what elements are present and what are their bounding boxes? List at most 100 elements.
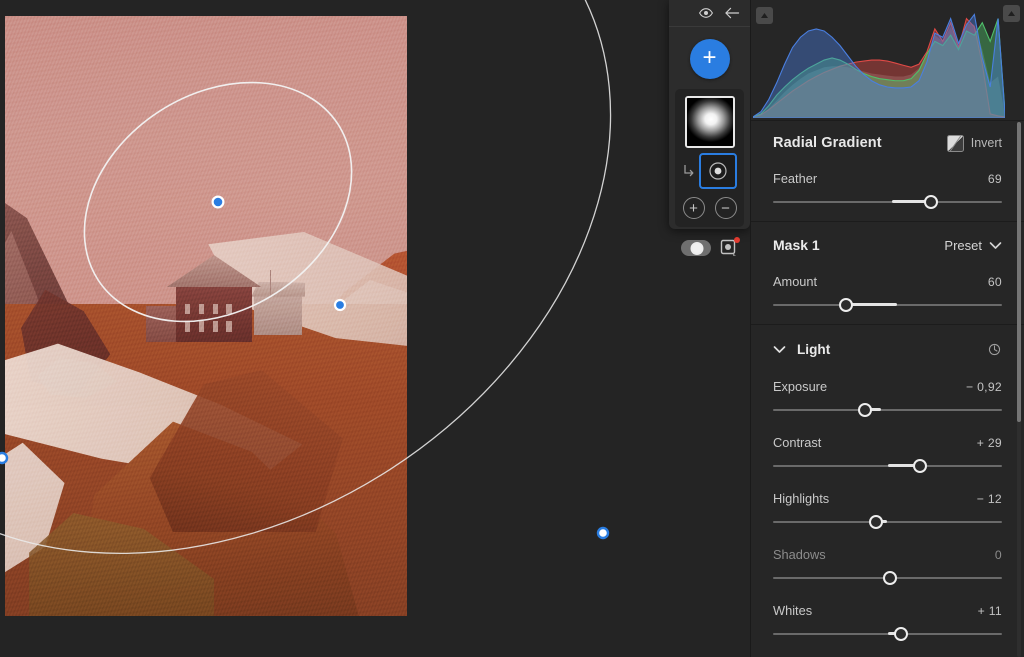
mask-add-subtract-row: + − (681, 197, 738, 219)
highlights-label: Highlights (773, 491, 829, 506)
feather-label: Feather (773, 171, 817, 186)
radial-gradient-section: Radial Gradient Invert Feather 69 (751, 120, 1024, 221)
add-to-mask-button[interactable]: + (683, 197, 705, 219)
highlights-slider-head: Highlights − 12 (773, 491, 1002, 506)
radial-gradient-icon (707, 160, 729, 182)
whites-label: Whites (773, 603, 812, 618)
chevron-up-icon (760, 12, 769, 19)
light-header[interactable]: Light (773, 325, 1002, 373)
shadows-knob[interactable] (883, 571, 897, 585)
exposure-value: − 0,92 (966, 380, 1002, 394)
mask-toolbar-footer (669, 233, 750, 257)
eye-icon[interactable] (698, 5, 714, 21)
amount-knob[interactable] (839, 298, 853, 312)
whites-value: + 11 (978, 604, 1002, 618)
exposure-slider-head: Exposure − 0,92 (773, 379, 1002, 394)
add-mask-button[interactable]: + (690, 39, 730, 79)
invert-label: Invert (971, 136, 1002, 150)
highlights-knob[interactable] (869, 515, 883, 529)
chevron-down-icon (989, 241, 1002, 250)
mask-subtool-row (681, 153, 738, 189)
whites-knob[interactable] (894, 627, 908, 641)
amount-slider-row: Amount 60 (773, 268, 1002, 324)
histogram-chart (753, 6, 1005, 118)
light-section: Light Exposure − 0,92 Contrast + 29 Highligh… (751, 324, 1024, 657)
collapse-right-panel-button[interactable] (1003, 5, 1020, 22)
light-sliders: Exposure − 0,92 Contrast + 29 Highlights − 12… (773, 373, 1002, 657)
highlights-track (773, 521, 1002, 523)
histogram[interactable] (751, 0, 1024, 120)
light-title: Light (797, 342, 830, 357)
light-visibility-eye-icon[interactable] (987, 342, 1002, 357)
mask-section: Mask 1 Preset Amount 60 (751, 221, 1024, 324)
highlights-value: − 12 (977, 492, 1002, 506)
photo-hut-right (254, 295, 302, 335)
amount-slider[interactable] (773, 298, 1002, 312)
feather-slider-head: Feather 69 (773, 171, 1002, 186)
overlay-badge-dot (734, 237, 740, 243)
toggle-knob (690, 242, 703, 255)
branch-arrow-icon (683, 164, 695, 178)
chevron-down-icon (773, 345, 786, 354)
radial-gradient-tool-chip[interactable] (699, 153, 737, 189)
photo-hut-left (146, 306, 178, 342)
radial-gradient-header: Radial Gradient Invert (773, 121, 1002, 165)
show-overlay-toggle[interactable] (681, 240, 711, 256)
radial-gradient-thumbnail (687, 98, 733, 146)
panel-scrollbar[interactable] (1017, 122, 1021, 422)
plus-icon: + (702, 46, 716, 70)
amount-label: Amount (773, 274, 817, 289)
mask-floating-toolbar[interactable]: + + − (669, 0, 750, 229)
shadows-slider[interactable] (773, 571, 1002, 585)
exposure-label: Exposure (773, 379, 827, 394)
exposure-slider-row: Exposure − 0,92 (773, 373, 1002, 429)
contrast-slider-row: Contrast + 29 (773, 429, 1002, 485)
invert-toggle[interactable]: Invert (947, 135, 1002, 152)
whites-slider-head: Whites + 11 (773, 603, 1002, 618)
highlights-slider[interactable] (773, 515, 1002, 529)
feather-track (773, 201, 1002, 203)
photo-image[interactable] (5, 16, 407, 616)
mask-outer-edge-handle[interactable] (598, 528, 608, 538)
amount-fill (846, 303, 896, 306)
subtract-from-mask-button[interactable]: − (715, 197, 737, 219)
mask-title: Mask 1 (773, 237, 820, 253)
contrast-slider[interactable] (773, 459, 1002, 473)
whites-slider[interactable] (773, 627, 1002, 641)
contrast-value: + 29 (977, 436, 1002, 450)
whites-slider-row: Whites + 11 (773, 597, 1002, 653)
mask-stack: + − (675, 89, 744, 227)
mask-toolbar-header (669, 0, 750, 27)
feather-slider-row: Feather 69 (773, 165, 1002, 221)
light-collapse-group[interactable]: Light (773, 342, 830, 357)
contrast-slider-head: Contrast + 29 (773, 435, 1002, 450)
photo-content (5, 16, 407, 616)
mask-thumbnail[interactable] (685, 96, 735, 148)
amount-slider-head: Amount 60 (773, 274, 1002, 289)
invert-icon (947, 135, 964, 152)
preset-dropdown[interactable]: Preset (944, 238, 1002, 253)
blacks-slider-row: Blacks− 19 (773, 653, 1002, 657)
photo-pole (270, 270, 271, 296)
arrow-left-icon[interactable] (724, 5, 740, 21)
highlights-slider-row: Highlights − 12 (773, 485, 1002, 541)
lightroom-masking-screen: + + − (0, 0, 1024, 657)
feather-knob[interactable] (924, 195, 938, 209)
photo-canvas[interactable] (0, 0, 750, 657)
feather-slider[interactable] (773, 195, 1002, 209)
mask-overlay-icon[interactable] (720, 239, 738, 257)
collapse-left-panel-button[interactable] (756, 7, 773, 24)
photo-hut-main (176, 285, 252, 342)
chevron-up-icon (1007, 10, 1016, 17)
exposure-knob[interactable] (858, 403, 872, 417)
contrast-knob[interactable] (913, 459, 927, 473)
exposure-slider[interactable] (773, 403, 1002, 417)
page-title: Radial Gradient (773, 135, 882, 151)
shadows-slider-row: Shadows0 (773, 541, 1002, 597)
contrast-label: Contrast (773, 435, 821, 450)
shadows-slider-head: Shadows0 (773, 547, 1002, 562)
edit-panel: Radial Gradient Invert Feather 69 (750, 0, 1024, 657)
mask-header: Mask 1 Preset (773, 222, 1002, 268)
feather-value: 69 (988, 172, 1002, 186)
amount-value: 60 (988, 275, 1002, 289)
